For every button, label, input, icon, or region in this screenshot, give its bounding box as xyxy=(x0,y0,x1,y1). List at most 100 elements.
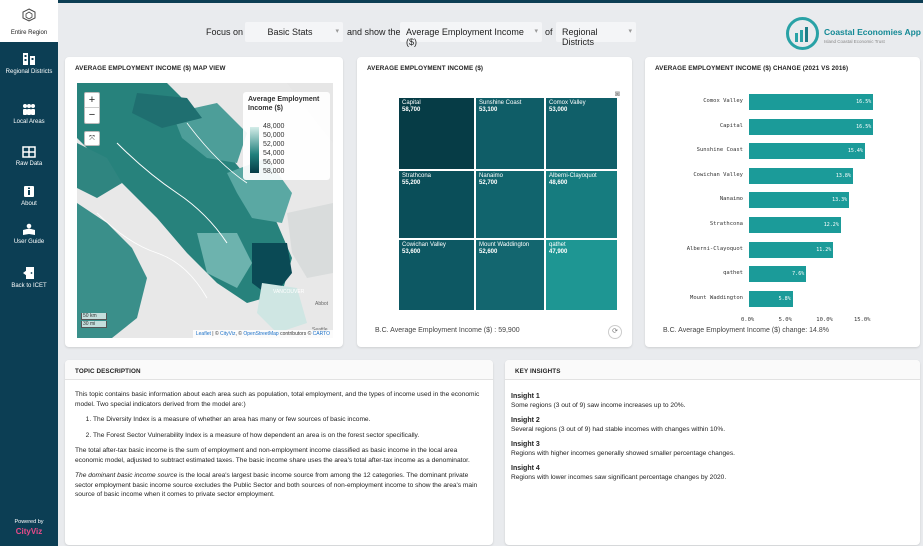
x-tick-label: 0.0% xyxy=(741,317,755,324)
scale-km: 50 km xyxy=(81,313,107,320)
insight-text: Regions with higher incomes generally sh… xyxy=(511,450,735,457)
treemap-cell-value: 53,100 xyxy=(479,107,498,113)
attrib-contributors: contributors © xyxy=(278,331,313,337)
insight-heading: Insight 3 xyxy=(511,441,540,448)
carto-link[interactable]: CARTO xyxy=(313,331,330,337)
bar-chart: Comox Valley 16.5% Capital 16.5% Sunshine Co… xyxy=(645,57,920,347)
people-icon xyxy=(23,104,35,115)
insight-text: Several regions (3 out of 9) had stable … xyxy=(511,426,726,433)
treemap-cell[interactable]: Capital 58,700 xyxy=(398,97,475,170)
osm-link[interactable]: OpenStreetMap xyxy=(243,331,278,337)
bar-value-label: 16.5% xyxy=(856,123,872,130)
insight-heading: Insight 2 xyxy=(511,417,540,424)
treemap-cell[interactable]: Sunshine Coast 53,100 xyxy=(475,97,545,170)
refresh-button[interactable]: ⟳ xyxy=(608,325,622,339)
treemap-cell[interactable]: Alberni-Clayoquot 48,600 xyxy=(545,170,618,239)
topic-description-card: TOPIC DESCRIPTION This topic contains ba… xyxy=(65,360,493,545)
treemap-cell-value: 47,900 xyxy=(549,249,568,255)
metric-select[interactable]: Average Employment Income ($) ▾ xyxy=(400,22,542,47)
treemap-cell-name: Cowichan Valley xyxy=(402,242,446,248)
treemap-card: AVERAGE EMPLOYMENT INCOME ($) ◙ Capital 5… xyxy=(357,57,632,347)
sidebar-item-label: Regional Districts xyxy=(5,69,53,75)
sidebar-item-label: Back to ICET xyxy=(11,283,47,289)
treemap-cell-value: 48,600 xyxy=(549,180,568,186)
x-tick-label: 10.0% xyxy=(816,317,833,324)
metric-select-value: Average Employment Income ($) xyxy=(406,27,524,47)
treemap-cell[interactable]: Mount Waddington 52,600 xyxy=(475,239,545,311)
bar-category-label: Sunshine Coast xyxy=(696,147,743,154)
cityviz-logo[interactable]: CityViz xyxy=(0,527,58,536)
bar-value-label: 13.8% xyxy=(835,172,851,179)
map-card: AVERAGE EMPLOYMENT INCOME ($) MAP VIEW V… xyxy=(65,57,343,347)
sidebar-item-raw-data[interactable]: Raw Data xyxy=(0,146,58,168)
treemap-cell-value: 52,700 xyxy=(479,180,498,186)
bar-category-label: Capital xyxy=(719,122,743,129)
sidebar-item-label: Raw Data xyxy=(15,161,43,167)
treemap-card-title: AVERAGE EMPLOYMENT INCOME ($) xyxy=(367,65,484,72)
bar-category-label: qathet xyxy=(723,270,743,277)
indicator-item: The Forest Sector Vulnerability Index is… xyxy=(93,431,485,441)
logo-title: Coastal Economies App xyxy=(824,27,921,37)
insights-header xyxy=(505,360,920,380)
treemap: Capital 58,700 Sunshine Coast 53,100 Comox… xyxy=(398,97,618,311)
region-map[interactable]: VANCOUVER Abbot Seattle + − ⤧ Average Em… xyxy=(77,83,333,338)
treemap-cell-value: 55,200 xyxy=(402,180,421,186)
cityviz-link[interactable]: CityViz xyxy=(220,331,235,337)
fullscreen-button[interactable]: ⤧ xyxy=(84,131,100,146)
logo-subtitle: Island Coastal Economic Trust xyxy=(824,39,885,44)
bar-category-label: Comox Valley xyxy=(703,98,743,104)
treemap-cell[interactable]: qathet 47,900 xyxy=(545,239,618,311)
zoom-out-button[interactable]: − xyxy=(85,108,99,123)
treemap-cell[interactable]: Nanaimo 52,700 xyxy=(475,170,545,239)
treemap-cell-value: 52,600 xyxy=(479,249,498,255)
treemap-cell[interactable]: Comox Valley 53,000 xyxy=(545,97,618,170)
insights-body: Insight 1 Some regions (3 out of 9) saw … xyxy=(511,390,911,488)
treemap-cell[interactable]: Strathcona 55,200 xyxy=(398,170,475,239)
indicator-item: The Diversity Index is a measure of whet… xyxy=(93,415,485,425)
bar-category-label: Strathcona xyxy=(709,221,743,227)
fullscreen-icon: ⤧ xyxy=(89,135,95,142)
sidebar-item-label: Local Areas xyxy=(13,119,45,125)
topic-paragraph: The dominant basic income source is the … xyxy=(75,471,485,500)
insights-title: KEY INSIGHTS xyxy=(515,368,561,375)
bc-average-footer: B.C. Average Employment Income ($) : 59,… xyxy=(375,327,520,334)
app-logo[interactable]: Coastal Economies App Island Coastal Eco… xyxy=(786,17,923,53)
treemap-cell-name: Nanaimo xyxy=(479,173,504,179)
treemap-cell-name: Sunshine Coast xyxy=(479,100,522,106)
treemap-cell-name: Capital xyxy=(402,100,421,106)
legend-title: Average Employment Income ($) xyxy=(248,96,320,112)
legend-tick: 52,000 xyxy=(263,141,285,148)
legend-tick: 54,000 xyxy=(263,150,285,157)
insight-heading: Insight 4 xyxy=(511,465,540,472)
bar-value-label: 13.3% xyxy=(832,197,848,204)
sidebar-item-label: Entire Region xyxy=(10,30,48,36)
sidebar-item-regional-districts[interactable]: Regional Districts xyxy=(0,52,58,76)
geography-select-value: Regional Districts xyxy=(562,27,598,47)
treemap-cell[interactable]: Cowichan Valley 53,600 xyxy=(398,239,475,311)
bar-category-label: Mount Waddington xyxy=(690,294,743,301)
sidebar-item-about[interactable]: About xyxy=(0,185,58,208)
focus-select-value: Basic Stats xyxy=(267,27,313,37)
sidebar-item-entire-region[interactable]: Entire Region xyxy=(0,0,58,42)
legend-tick: 58,000 xyxy=(263,168,285,175)
topic-body: This topic contains basic information ab… xyxy=(75,390,485,506)
key-insights-card: KEY INSIGHTS Insight 1 Some regions (3 o… xyxy=(505,360,920,545)
map-legend: Average Employment Income ($) 48,000 50,… xyxy=(243,92,330,180)
bar-chart-card: AVERAGE EMPLOYMENT INCOME ($) CHANGE (20… xyxy=(645,57,920,347)
bc-change-footer: B.C. Average Employment Income ($) chang… xyxy=(663,327,830,334)
topic-title: TOPIC DESCRIPTION xyxy=(75,368,141,375)
sidebar-item-local-areas[interactable]: Local Areas xyxy=(0,103,58,126)
sidebar-item-user-guide[interactable]: User Guide xyxy=(0,223,58,246)
x-tick-label: 5.0% xyxy=(778,317,792,324)
insight-text: Some regions (3 out of 9) saw income inc… xyxy=(511,402,686,409)
zoom-in-button[interactable]: + xyxy=(85,93,99,108)
geography-select[interactable]: Regional Districts ▾ xyxy=(556,22,636,47)
powered-by: Powered by CityViz xyxy=(0,519,58,536)
focus-select[interactable]: Basic Stats ▾ xyxy=(245,22,343,42)
leaflet-link[interactable]: Leaflet xyxy=(196,331,211,337)
topic-emphasis: The dominant basic income source xyxy=(75,472,178,479)
zoom-control: + − xyxy=(84,92,100,124)
sidebar-item-back-to-icet[interactable]: Back to ICET xyxy=(0,266,58,290)
chevron-down-icon: ▾ xyxy=(335,28,339,35)
bar-value-label: 5.8% xyxy=(778,295,791,302)
